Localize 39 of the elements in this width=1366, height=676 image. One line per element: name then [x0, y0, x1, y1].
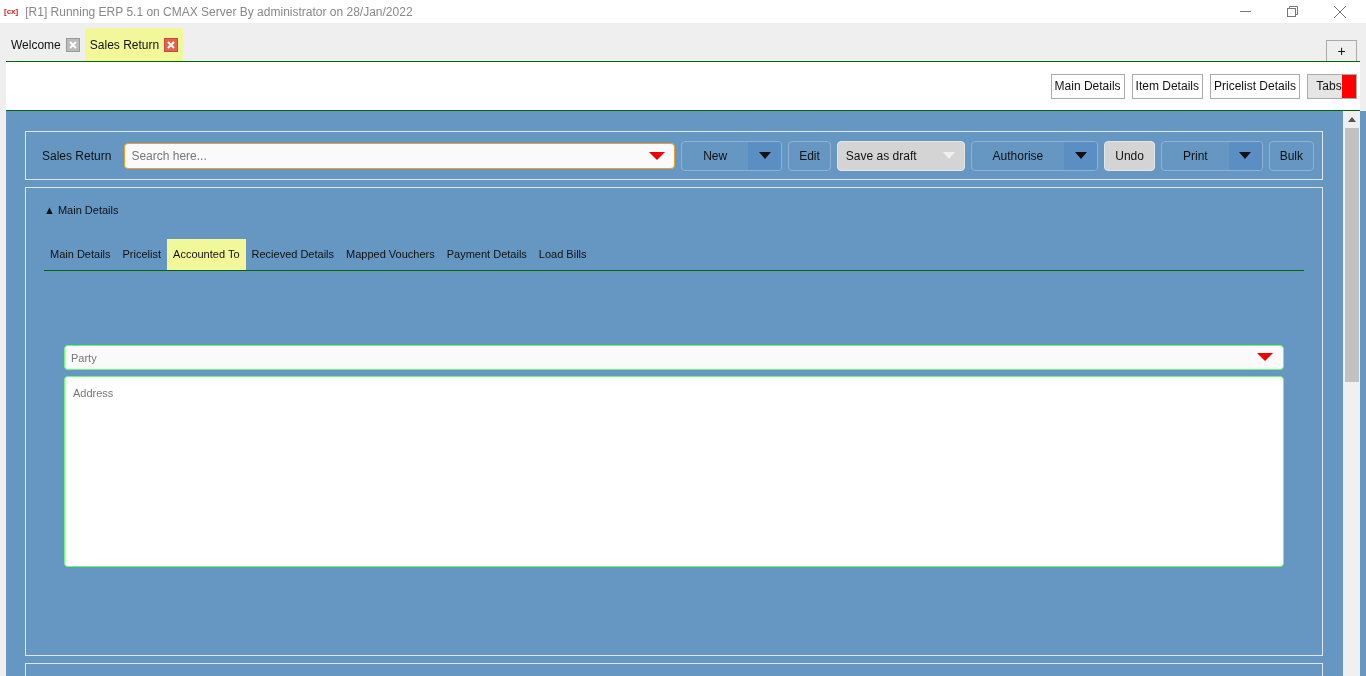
caret-icon — [1074, 152, 1087, 159]
close-tab-icon[interactable] — [164, 37, 179, 52]
document-tab[interactable]: Welcome — [6, 28, 85, 61]
split-button[interactable]: Print — [1160, 140, 1263, 171]
search-field[interactable]: Search here... — [124, 142, 676, 169]
caret-icon — [649, 151, 666, 160]
window-title: [R1] Running ERP 5.1 on CMAX Server By administrator on 28/Jan/2022 — [25, 3, 413, 21]
app-logo: [cx] — [4, 7, 19, 16]
detail-tab[interactable]: Payment Details — [440, 238, 533, 270]
restore-icon[interactable] — [1287, 6, 1298, 17]
caret-icon — [758, 152, 771, 159]
toolbar-button[interactable]: Bulk — [1268, 140, 1314, 171]
close-icon[interactable] — [1334, 5, 1346, 18]
detail-tab[interactable]: Main Details — [44, 238, 117, 270]
section-button[interactable]: Pricelist Details — [1209, 73, 1300, 99]
section-button[interactable]: Item Details — [1131, 73, 1203, 99]
detail-tab[interactable]: Mapped Vouchers — [340, 238, 441, 270]
party-field[interactable]: Party — [64, 345, 1284, 370]
detail-tab[interactable]: Load Bills — [532, 238, 593, 270]
toolbar-button[interactable]: Edit — [788, 140, 831, 171]
split-button[interactable]: New — [681, 140, 783, 171]
detail-tab[interactable]: Recieved Details — [245, 238, 341, 270]
section-button[interactable]: Main Details — [1050, 73, 1125, 99]
address-field[interactable]: Address — [64, 375, 1284, 567]
close-tab-icon[interactable] — [65, 37, 80, 52]
minimize-icon[interactable] — [1240, 10, 1251, 13]
scroll-up-icon[interactable] — [1347, 117, 1356, 122]
section-button[interactable]: Tabs — [1307, 73, 1357, 99]
split-button[interactable]: Authorise — [970, 140, 1099, 171]
new-tab-button[interactable]: + — [1326, 40, 1357, 61]
voucher-label: Sales Return — [42, 147, 112, 165]
detail-tab[interactable]: Pricelist — [116, 238, 168, 270]
section-toggle[interactable]: ▲ Main Details — [44, 202, 1304, 219]
scrollbar[interactable] — [1343, 111, 1360, 676]
detail-tab[interactable]: Accounted To — [167, 238, 246, 270]
caret-icon — [1257, 352, 1273, 361]
caret-icon — [1239, 152, 1252, 159]
caret-icon — [942, 152, 955, 159]
document-tab[interactable]: Sales Return — [84, 28, 184, 61]
